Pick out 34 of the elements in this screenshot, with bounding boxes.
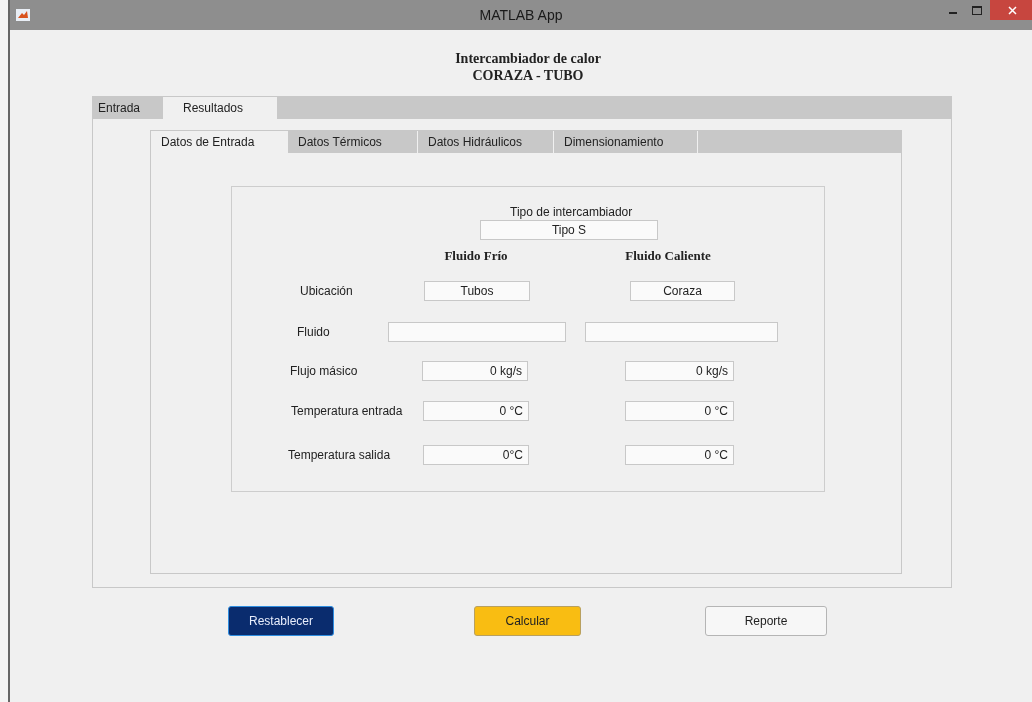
tab[interactable]: Dimensionamiento <box>554 131 698 153</box>
field-label: Fluido <box>297 325 330 339</box>
action-button[interactable]: Reporte <box>705 606 827 636</box>
input-field[interactable]: 0 °C <box>625 445 734 465</box>
field-label: Temperatura salida <box>288 448 391 462</box>
column-heading: Fluido Frío <box>444 248 508 264</box>
app-heading: Intercambiador de calor <box>455 50 601 67</box>
input-field[interactable]: 0 kg/s <box>422 361 528 381</box>
tab[interactable]: Datos de Entrada <box>151 131 288 153</box>
field-label: Temperatura entrada <box>291 404 403 418</box>
window-title: MATLAB App <box>478 7 564 23</box>
input-field[interactable] <box>388 322 566 342</box>
field-label: Flujo másico <box>290 364 358 378</box>
input-field[interactable]: 0 kg/s <box>625 361 734 381</box>
close-button[interactable] <box>990 0 1032 20</box>
input-field[interactable]: 0 °C <box>423 401 529 421</box>
column-heading: Fluido Caliente <box>625 248 711 264</box>
tab[interactable]: Datos Hidráulicos <box>418 131 554 153</box>
input-field[interactable]: 0°C <box>423 445 529 465</box>
tab[interactable]: Resultados <box>163 97 277 119</box>
field-label: Tipo de intercambiador <box>510 205 633 219</box>
field-label: Ubicación <box>300 284 353 298</box>
input-field[interactable]: 0 °C <box>625 401 734 421</box>
tab[interactable]: Datos Térmicos <box>288 131 418 153</box>
action-button[interactable]: Restablecer <box>228 606 334 636</box>
app-heading: CORAZA - TUBO <box>472 67 584 84</box>
close-icon <box>1007 5 1017 15</box>
input-field[interactable]: Tubos <box>424 281 530 301</box>
exchanger-type-field[interactable]: Tipo S <box>480 220 658 240</box>
input-field[interactable] <box>585 322 778 342</box>
action-button[interactable]: Calcular <box>474 606 581 636</box>
input-field[interactable]: Coraza <box>630 281 735 301</box>
app-icon <box>16 9 30 21</box>
maximize-icon <box>972 5 982 15</box>
